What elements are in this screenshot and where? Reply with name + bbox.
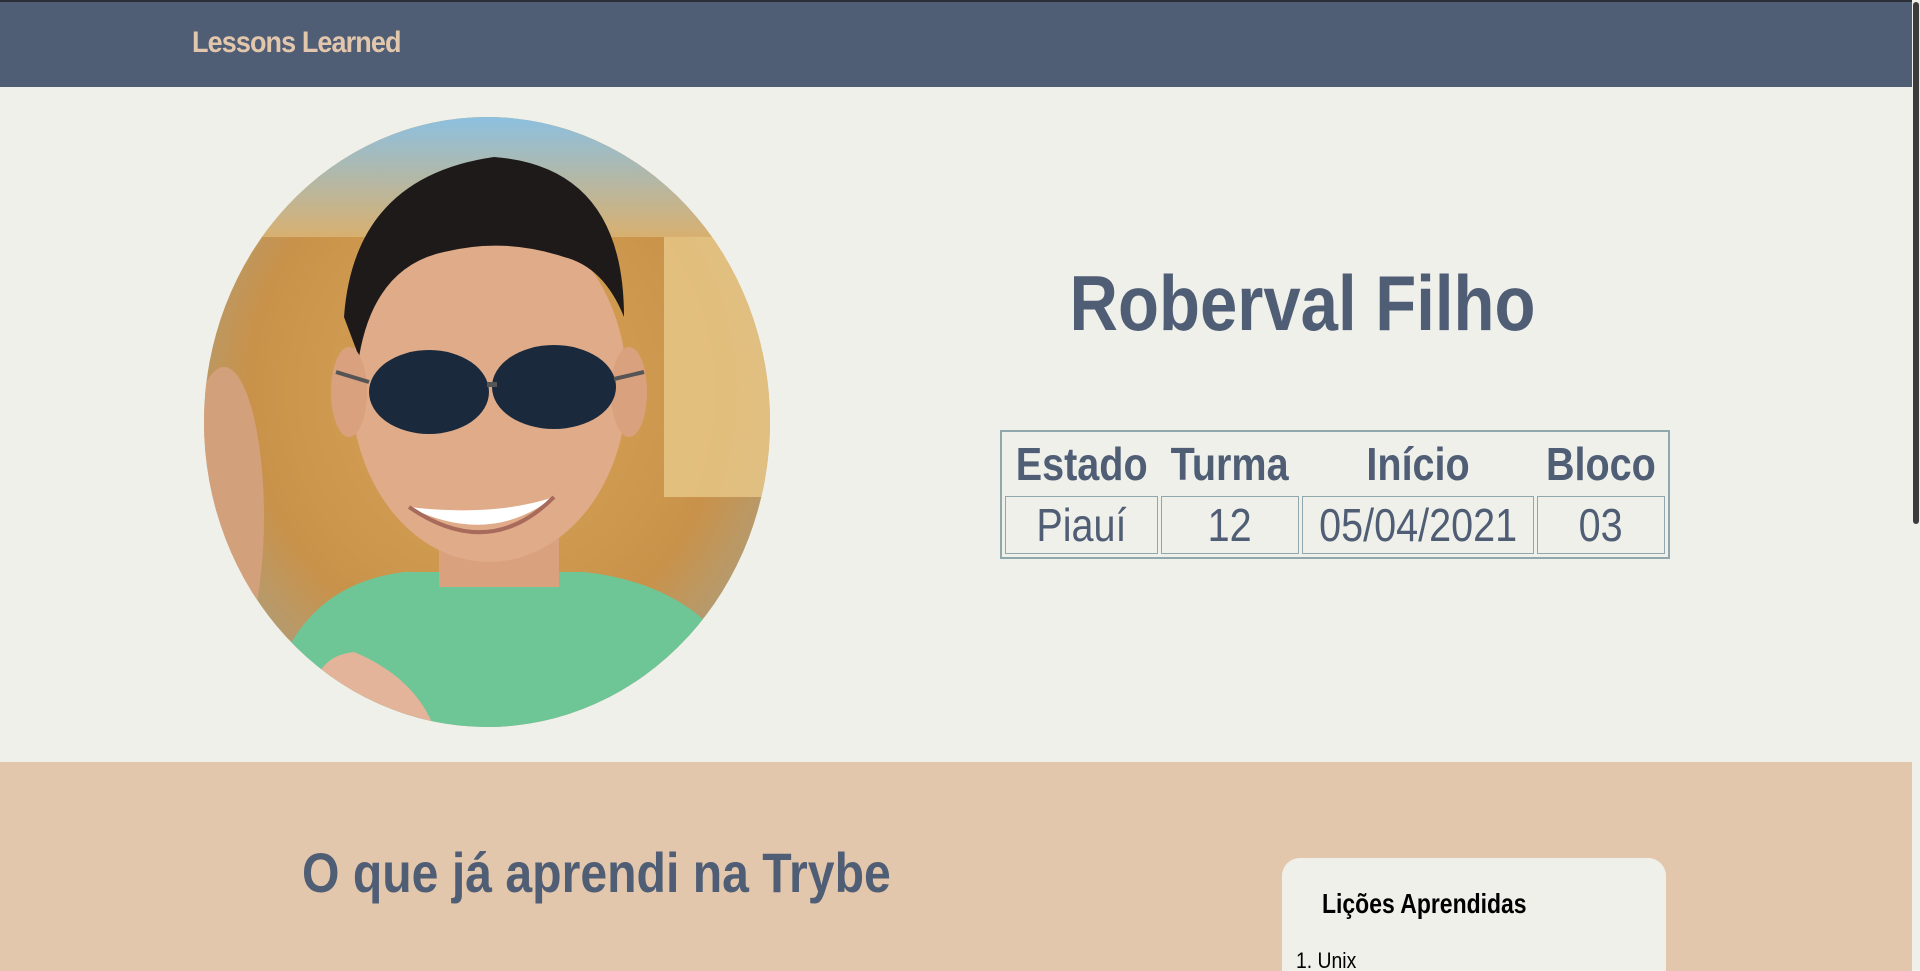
- page-scrollbar[interactable]: [1912, 0, 1920, 971]
- lessons-list: 1. Unix: [1296, 948, 1364, 971]
- value-inicio: 05/04/2021: [1301, 496, 1534, 554]
- profile-photo: [204, 117, 770, 727]
- lesson-item: 1. Unix: [1296, 948, 1357, 971]
- header-turma: Turma: [1170, 438, 1289, 490]
- value-estado: Piauí: [1005, 496, 1159, 554]
- scrollbar-thumb[interactable]: [1913, 2, 1919, 524]
- value-turma: 12: [1161, 496, 1299, 554]
- lessons-card: Lições Aprendidas 1. Unix: [1282, 858, 1666, 971]
- profile-name: Roberval Filho: [1069, 259, 1536, 347]
- header-bloco: Bloco: [1545, 438, 1656, 490]
- info-table: Estado Turma Início Bloco Piauí 12 05/04…: [1000, 430, 1670, 559]
- value-bloco: 03: [1536, 496, 1665, 554]
- lessons-card-title: Lições Aprendidas: [1322, 888, 1527, 919]
- brand-link[interactable]: Lessons Learned: [192, 26, 401, 60]
- header-estado: Estado: [1015, 438, 1148, 490]
- header-inicio: Início: [1366, 438, 1470, 490]
- top-navbar: Lessons Learned: [0, 0, 1920, 87]
- info-table-header-row: Estado Turma Início Bloco: [1005, 435, 1665, 493]
- info-table-value-row: Piauí 12 05/04/2021 03: [1005, 496, 1665, 554]
- learned-section-title: O que já aprendi na Trybe: [302, 841, 891, 904]
